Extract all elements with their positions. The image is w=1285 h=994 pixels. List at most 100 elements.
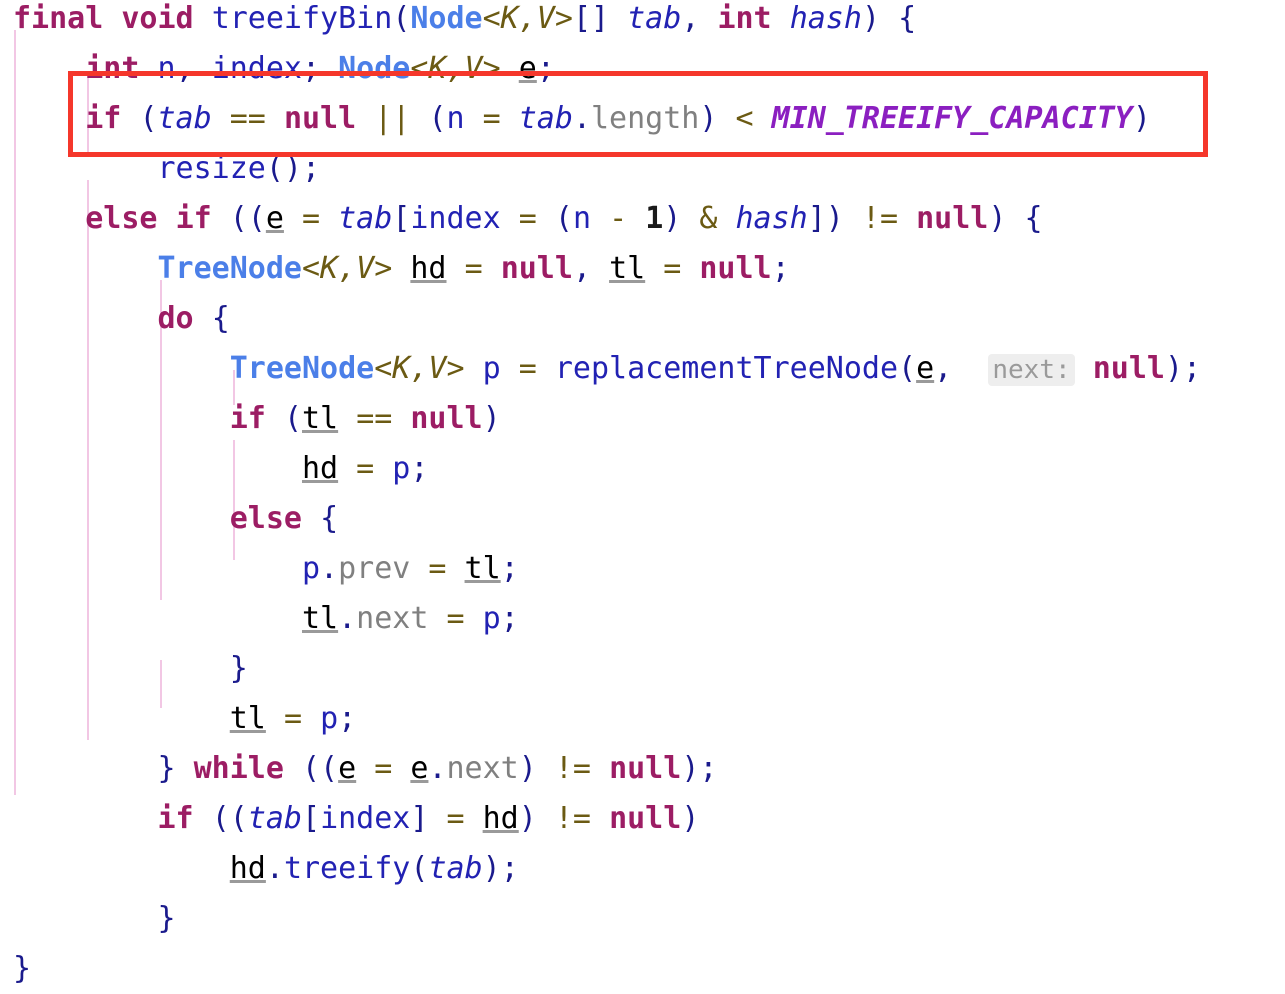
token-punc: ; xyxy=(536,51,555,86)
token-method: treeifyBin xyxy=(211,1,393,36)
token-punc: ( xyxy=(392,1,411,36)
token-const: MIN_TREEIFY_CAPACITY xyxy=(771,101,1133,136)
code-line[interactable]: if ((tab[index] = hd) != null) xyxy=(13,794,700,844)
token-local: p xyxy=(320,701,339,736)
token-hint: next: xyxy=(988,354,1075,386)
token-punc: } xyxy=(157,751,176,786)
code-line[interactable]: tl = p; xyxy=(13,694,356,744)
token-op: - xyxy=(609,201,628,236)
token-punc: (( xyxy=(229,201,266,236)
code-line[interactable]: TreeNode<K,V> hd = null, tl = null; xyxy=(13,244,790,294)
token-field: prev xyxy=(338,551,411,586)
code-line[interactable]: } while ((e = e.next) != null); xyxy=(13,744,718,794)
token-op: != xyxy=(861,201,899,236)
token-reassign: tl xyxy=(302,401,339,436)
token-punc: ) xyxy=(699,101,718,136)
token-op: = xyxy=(356,451,375,486)
code-line[interactable]: resize(); xyxy=(13,144,321,194)
token-punc: } xyxy=(157,901,176,936)
token-punc: [] xyxy=(572,1,610,36)
token-punc: () xyxy=(265,151,302,186)
token-reassign: tl xyxy=(301,601,339,636)
token-reassign: tl xyxy=(464,551,501,586)
token-op: == xyxy=(229,101,266,136)
code-line[interactable]: tl.next = p; xyxy=(13,594,519,644)
code-line[interactable]: else { xyxy=(13,494,338,544)
code-line[interactable]: if (tab == null || (n = tab.length) < MI… xyxy=(13,94,1151,144)
code-line[interactable]: if (tl == null) xyxy=(13,394,501,444)
token-op: = xyxy=(482,101,501,136)
token-local: n xyxy=(446,101,465,136)
code-line[interactable]: } xyxy=(13,944,31,994)
token-kw: int xyxy=(85,51,140,86)
token-kw: null xyxy=(283,101,357,136)
token-punc: ) xyxy=(518,801,537,836)
code-line[interactable]: final void treeifyBin(Node<K,V>[] tab, i… xyxy=(13,0,916,44)
token-reassign: e xyxy=(410,751,429,786)
token-punc: , xyxy=(681,1,700,36)
token-cls: TreeNode xyxy=(157,251,303,286)
token-op: = xyxy=(283,701,302,736)
code-line[interactable]: hd.treeify(tab); xyxy=(13,844,519,894)
code-line[interactable]: hd = p; xyxy=(13,444,428,494)
token-reassign: e xyxy=(518,51,537,86)
token-gen: <K,V> xyxy=(374,351,465,386)
code-editor-viewport[interactable]: final void treeifyBin(Node<K,V>[] tab, i… xyxy=(0,0,1285,986)
token-field: next xyxy=(356,601,429,636)
code-line[interactable]: } xyxy=(13,894,176,944)
code-line[interactable]: do { xyxy=(13,294,230,344)
token-local: index xyxy=(320,801,411,836)
token-punc: , xyxy=(934,351,953,386)
token-local: p xyxy=(482,601,501,636)
token-op: = xyxy=(302,201,321,236)
token-punc: . xyxy=(428,751,447,786)
token-reassign: hd xyxy=(301,451,339,486)
token-op: = xyxy=(518,201,537,236)
token-kw: while xyxy=(193,751,284,786)
token-punc: [ xyxy=(302,801,321,836)
token-kw: if xyxy=(175,201,212,236)
code-line[interactable]: } xyxy=(13,644,248,694)
code-line[interactable]: int n, index; Node<K,V> e; xyxy=(13,44,555,94)
code-line[interactable]: TreeNode<K,V> p = replacementTreeNode(e,… xyxy=(13,344,1201,394)
code-line[interactable]: else if ((e = tab[index = (n - 1) & hash… xyxy=(13,194,1042,244)
token-punc: ] xyxy=(410,801,429,836)
token-param: hash xyxy=(735,201,808,236)
code-line[interactable]: p.prev = tl; xyxy=(13,544,519,594)
token-kw: do xyxy=(157,301,194,336)
token-punc: ; xyxy=(410,451,429,486)
